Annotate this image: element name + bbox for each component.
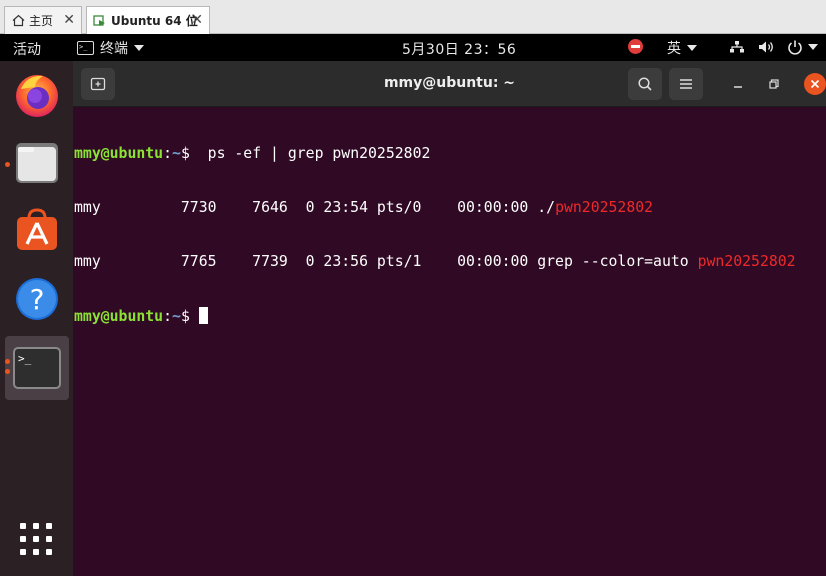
search-button[interactable] [628, 68, 662, 100]
app-menu[interactable]: >_ 终端 [77, 38, 144, 58]
terminal-icon: >_ [13, 347, 61, 389]
process-row-text: mmy 7765 7739 0 23:56 pts/1 00:00:00 gre… [74, 253, 698, 270]
vm-tab-home[interactable]: 主页 ✕ [4, 6, 82, 34]
terminal-header-bar: mmy@ubuntu: ~ [73, 61, 826, 107]
grep-match: pwn20252802 [697, 253, 796, 270]
running-indicator [5, 359, 10, 364]
gnome-top-bar: 活动 >_ 终端 5月30日 23：56 英 [0, 34, 826, 61]
vm-tab-home-label: 主页 [29, 14, 54, 28]
vm-tab-strip: 主页 ✕ Ubuntu 64 位 ✕ [0, 0, 826, 34]
terminal-output[interactable]: mmy@ubuntu:~$ ps -ef | grep pwn20252802 … [74, 109, 826, 361]
dock-item-firefox[interactable] [5, 63, 69, 127]
clock[interactable]: 5月30日 23：56 [402, 39, 516, 59]
minimize-icon [734, 86, 742, 88]
terminal-mini-icon: >_ [77, 41, 94, 55]
chevron-down-icon [687, 45, 697, 51]
terminal-title: mmy@ubuntu: ~ [383, 75, 516, 91]
active-prompt-line[interactable]: mmy@ubuntu:~$ [74, 307, 826, 325]
volume-icon[interactable] [758, 40, 774, 54]
close-icon [810, 79, 820, 89]
svg-text:?: ? [30, 283, 45, 316]
text-cursor [198, 307, 208, 324]
prompt-separator: : [163, 308, 173, 325]
prompt-separator: : [163, 145, 173, 162]
vm-icon [93, 14, 107, 28]
vm-tab-ubuntu-label: Ubuntu 64 位 [111, 14, 198, 28]
vm-tab-home-close-icon[interactable]: ✕ [63, 12, 75, 28]
network-icon[interactable] [730, 41, 744, 53]
recording-stop-icon[interactable] [628, 39, 643, 54]
dock: ? >_ [0, 61, 73, 576]
input-method-menu[interactable]: 英 [667, 38, 697, 58]
prompt-sign: $ [180, 145, 190, 162]
maximize-button[interactable] [765, 75, 783, 93]
dock-item-terminal[interactable]: >_ [5, 336, 69, 400]
dock-item-help[interactable]: ? [5, 267, 69, 331]
chevron-down-icon [134, 45, 144, 51]
prompt-path: ~ [172, 308, 181, 325]
process-row-text: mmy 7730 7646 0 23:54 pts/0 00:00:00 ./ [74, 199, 556, 216]
firefox-icon [16, 75, 58, 117]
input-method-label: 英 [667, 41, 681, 57]
terminal-window: mmy@ubuntu: ~ mmy@ubuntu:~$ ps -ef | gre… [73, 61, 826, 576]
process-row: mmy 7765 7739 0 23:56 pts/1 00:00:00 gre… [74, 253, 826, 271]
software-center-icon [17, 208, 57, 250]
prompt-sign: $ [180, 308, 190, 325]
prompt-user: mmy@ubuntu [74, 145, 164, 162]
show-applications-grid-icon[interactable] [20, 523, 52, 555]
prompt-path: ~ [172, 145, 181, 162]
close-window-button[interactable] [804, 73, 826, 95]
command-text: ps -ef | grep pwn20252802 [189, 145, 431, 162]
search-icon [638, 77, 652, 91]
process-row: mmy 7730 7646 0 23:54 pts/0 00:00:00 ./p… [74, 199, 826, 217]
vm-tab-ubuntu[interactable]: Ubuntu 64 位 ✕ [86, 6, 210, 34]
vm-tab-ubuntu-close-icon[interactable]: ✕ [191, 12, 203, 28]
minimize-button[interactable] [729, 75, 747, 93]
hamburger-menu-button[interactable] [669, 68, 703, 100]
chevron-down-icon[interactable] [808, 44, 818, 50]
dock-item-software[interactable] [5, 198, 69, 262]
power-icon[interactable] [787, 39, 803, 55]
files-icon [16, 143, 58, 183]
prompt-user: mmy@ubuntu [74, 308, 164, 325]
activities-button[interactable]: 活动 [13, 39, 41, 59]
home-icon [11, 14, 25, 28]
grep-match: pwn20252802 [555, 199, 654, 216]
command-line: mmy@ubuntu:~$ ps -ef | grep pwn20252802 [74, 145, 826, 163]
dock-item-files[interactable] [5, 131, 69, 195]
running-indicator [5, 369, 10, 374]
app-menu-label: 终端 [100, 41, 128, 57]
svg-text:>_: >_ [18, 352, 32, 365]
hamburger-menu-icon [680, 79, 692, 89]
help-icon: ? [16, 278, 58, 320]
restore-icon [769, 79, 779, 89]
